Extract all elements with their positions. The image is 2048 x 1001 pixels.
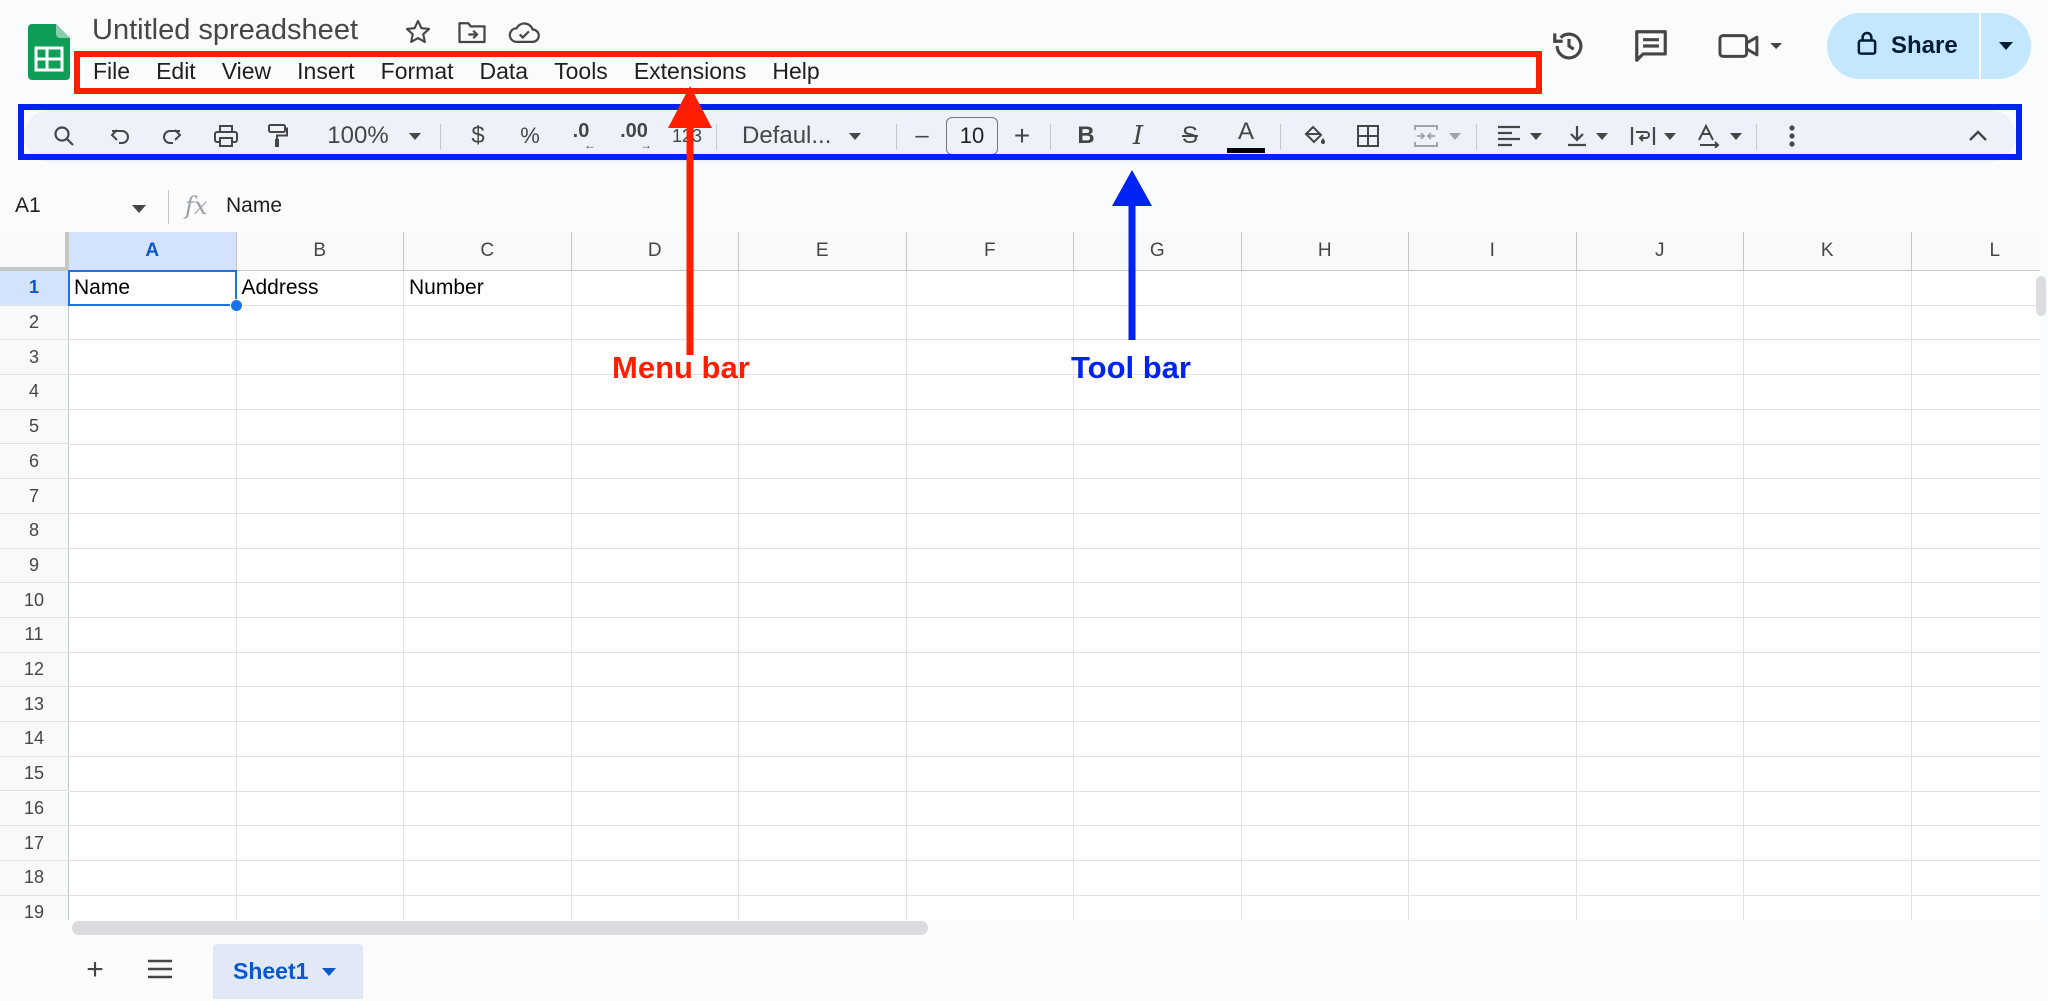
annotation-arrows [668,86,1152,355]
tool-bar-arrow [1112,170,1152,340]
menu-bar-label: Menu bar [612,350,750,385]
menu-bar-arrow [668,86,712,355]
tool-bar-label: Tool bar [1071,350,1191,385]
